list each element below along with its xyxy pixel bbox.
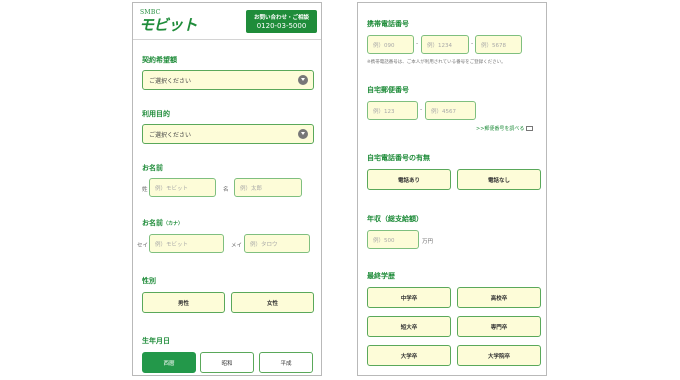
education-graduate-button[interactable]: 大学院卒 bbox=[457, 345, 541, 366]
home-phone-label: 自宅電話番号の有無 bbox=[367, 154, 430, 162]
name-kana-label-text: お名前 bbox=[142, 219, 163, 227]
mobile-part2-placeholder: 例）1234 bbox=[427, 43, 452, 49]
last-name-kana-label: セイ bbox=[137, 243, 149, 249]
chevron-down-icon bbox=[298, 75, 308, 85]
mobit-logo: モビット bbox=[139, 16, 198, 34]
era-showa-button[interactable]: 昭和 bbox=[200, 352, 254, 373]
gender-label: 性別 bbox=[142, 277, 156, 285]
education-option-label: 短大卒 bbox=[400, 325, 418, 331]
postal-part1-placeholder: 例）123 bbox=[373, 109, 395, 115]
era-showa-label: 昭和 bbox=[221, 361, 233, 367]
first-name-kana-placeholder: 例）タロウ bbox=[250, 242, 278, 248]
name-label: お名前 bbox=[142, 164, 163, 172]
home-phone-yes-button[interactable]: 電話あり bbox=[367, 169, 451, 190]
application-form-screen-1: SMBC モビット お問い合わせ・ご相談 0120-03-5000 契約希望額 … bbox=[132, 2, 322, 376]
postal-part1-input[interactable]: 例）123 bbox=[367, 101, 418, 120]
desired-amount-select[interactable]: ご選択ください bbox=[142, 70, 314, 90]
contact-phone: 0120-03-5000 bbox=[256, 22, 307, 30]
name-kana-suffix: （カナ） bbox=[163, 221, 184, 227]
name-kana-label: お名前（カナ） bbox=[142, 218, 183, 228]
first-name-kana-label: メイ bbox=[231, 243, 243, 249]
income-input[interactable]: 例）500 bbox=[367, 230, 419, 249]
home-phone-yes-label: 電話あり bbox=[397, 178, 420, 184]
education-option-label: 高校卒 bbox=[490, 296, 508, 302]
education-option-label: 大学卒 bbox=[400, 354, 418, 360]
income-label: 年収（総支給額） bbox=[367, 215, 423, 223]
contact-label: お問い合わせ・ご相談 bbox=[253, 15, 309, 21]
header-bar: SMBC モビット お問い合わせ・ご相談 0120-03-5000 bbox=[133, 3, 321, 40]
gender-female-label: 女性 bbox=[266, 301, 278, 307]
education-vocational-button[interactable]: 専門卒 bbox=[457, 316, 541, 337]
gender-male-button[interactable]: 男性 bbox=[142, 292, 225, 313]
mobile-part3-placeholder: 例）5678 bbox=[481, 43, 506, 49]
era-seireki-label: 西暦 bbox=[163, 361, 175, 367]
education-option-label: 中学卒 bbox=[400, 296, 418, 302]
home-phone-no-label: 電話なし bbox=[487, 178, 510, 184]
era-heisei-button[interactable]: 平成 bbox=[259, 352, 313, 373]
education-option-label: 専門卒 bbox=[490, 325, 508, 331]
income-placeholder: 例）500 bbox=[373, 238, 395, 244]
mobile-dash-1: - bbox=[416, 40, 419, 47]
last-name-placeholder: 例）モビット bbox=[155, 186, 189, 192]
comparison-stage: SMBC モビット お問い合わせ・ご相談 0120-03-5000 契約希望額 … bbox=[0, 0, 680, 380]
education-high-school-button[interactable]: 高校卒 bbox=[457, 287, 541, 308]
purpose-label: 利用目的 bbox=[142, 110, 170, 118]
last-name-kana-placeholder: 例）モビット bbox=[155, 242, 189, 248]
last-name-label: 姓 bbox=[142, 187, 148, 193]
gender-female-button[interactable]: 女性 bbox=[231, 292, 314, 313]
last-name-kana-input[interactable]: 例）モビット bbox=[149, 234, 224, 253]
education-option-label: 大学院卒 bbox=[487, 354, 510, 360]
application-form-screen-2: 携帯電話番号 例）090 - 例）1234 - 例）5678 ※携帯電話番号は、… bbox=[357, 2, 547, 376]
postal-dash: - bbox=[420, 106, 423, 113]
chevron-down-icon bbox=[298, 129, 308, 139]
first-name-placeholder: 例）太郎 bbox=[240, 186, 263, 192]
education-label: 最終学歴 bbox=[367, 272, 395, 280]
postal-lookup-link[interactable]: >>郵便番号を調べる bbox=[476, 125, 534, 132]
gender-male-label: 男性 bbox=[177, 301, 189, 307]
era-seireki-button[interactable]: 西暦 bbox=[142, 352, 196, 373]
home-phone-no-button[interactable]: 電話なし bbox=[457, 169, 541, 190]
education-junior-high-button[interactable]: 中学卒 bbox=[367, 287, 451, 308]
desired-amount-value: ご選択ください bbox=[149, 78, 192, 85]
birthdate-label: 生年月日 bbox=[142, 337, 170, 345]
purpose-value: ご選択ください bbox=[149, 132, 192, 139]
mobile-part3-input[interactable]: 例）5678 bbox=[475, 35, 522, 54]
education-junior-college-button[interactable]: 短大卒 bbox=[367, 316, 451, 337]
last-name-input[interactable]: 例）モビット bbox=[149, 178, 216, 197]
postal-lookup-text: >>郵便番号を調べる bbox=[476, 126, 525, 132]
first-name-label: 名 bbox=[223, 187, 229, 193]
purpose-select[interactable]: ご選択ください bbox=[142, 124, 314, 144]
postal-part2-input[interactable]: 例）4567 bbox=[425, 101, 476, 120]
income-unit: 万円 bbox=[422, 239, 434, 245]
mobile-part2-input[interactable]: 例）1234 bbox=[421, 35, 469, 54]
mobile-label: 携帯電話番号 bbox=[367, 20, 409, 28]
postal-label: 自宅郵便番号 bbox=[367, 86, 409, 94]
era-heisei-label: 平成 bbox=[280, 361, 292, 367]
education-university-button[interactable]: 大学卒 bbox=[367, 345, 451, 366]
mobile-part1-input[interactable]: 例）090 bbox=[367, 35, 414, 54]
contact-button[interactable]: お問い合わせ・ご相談 0120-03-5000 bbox=[246, 10, 317, 33]
desired-amount-label: 契約希望額 bbox=[142, 56, 177, 64]
mobile-note: ※携帯電話番号は、ご本人が利用されている番号をご登録ください。 bbox=[367, 60, 506, 65]
first-name-input[interactable]: 例）太郎 bbox=[234, 178, 302, 197]
mobile-part1-placeholder: 例）090 bbox=[373, 43, 395, 49]
mobile-dash-2: - bbox=[471, 40, 474, 47]
postal-part2-placeholder: 例）4567 bbox=[431, 109, 456, 115]
first-name-kana-input[interactable]: 例）タロウ bbox=[244, 234, 310, 253]
external-window-icon bbox=[526, 126, 534, 131]
